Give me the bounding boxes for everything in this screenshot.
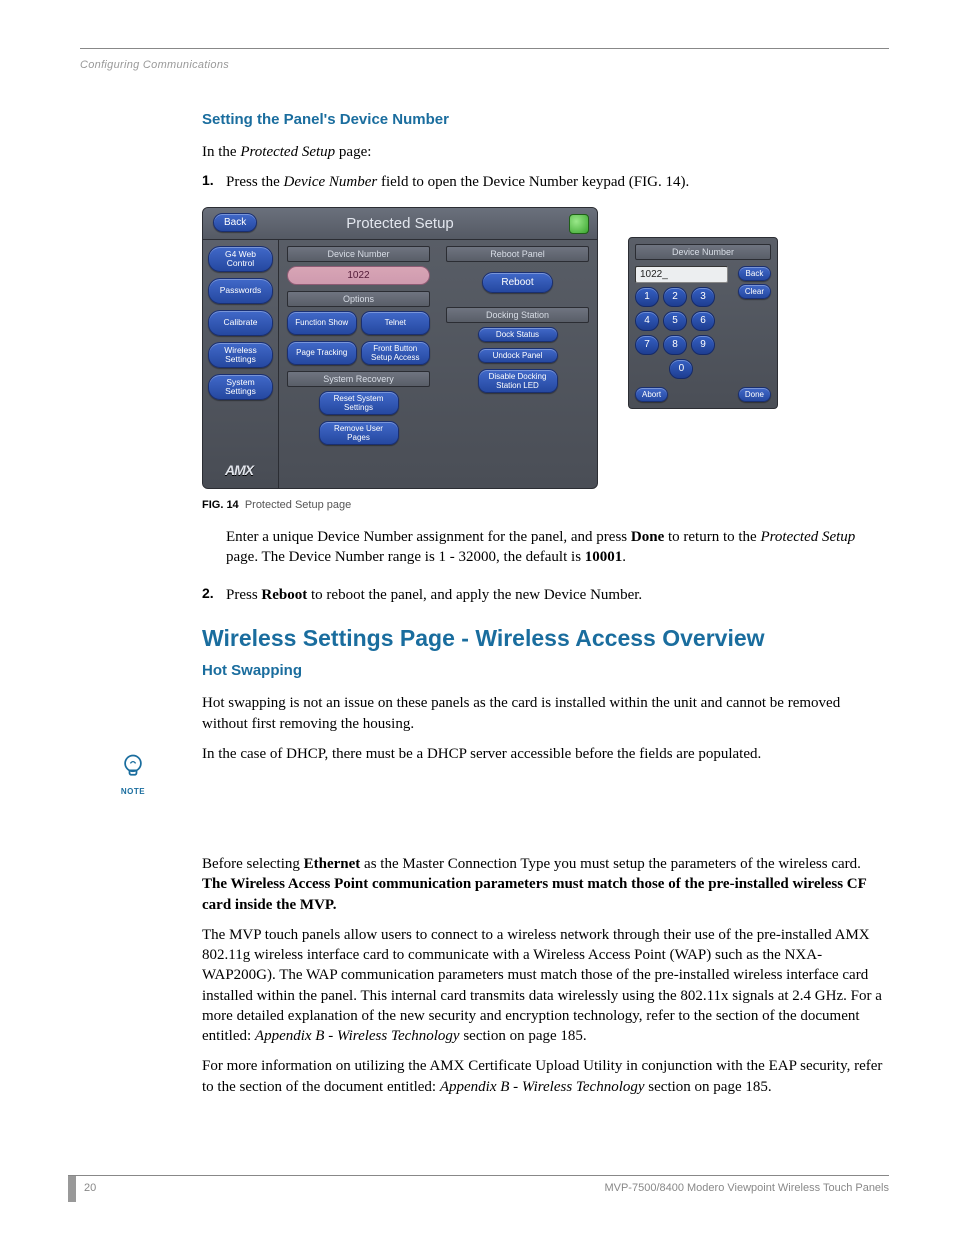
heading-wireless-settings: Wireless Settings Page - Wireless Access… — [202, 625, 889, 652]
page-number: 20 — [84, 1182, 96, 1202]
step-1-continued: Enter a unique Device Number assignment … — [202, 527, 889, 578]
running-head: Configuring Communications — [80, 49, 889, 71]
keypad-keys: 1 2 3 4 5 6 7 8 9 — [635, 287, 728, 355]
step-1-body: Press the Device Number field to open th… — [226, 172, 689, 192]
key-7[interactable]: 7 — [635, 335, 659, 355]
step-1: 1. Press the Device Number field to open… — [202, 172, 889, 192]
undock-panel-button[interactable]: Undock Panel — [478, 348, 558, 363]
note-icon: NOTE — [115, 752, 151, 796]
wireless-p3: Before selecting Ethernet as the Master … — [202, 854, 889, 915]
figure-14: Back Protected Setup G4 Web Control Pass… — [202, 207, 889, 489]
keypad-title: Device Number — [635, 244, 771, 260]
heading-device-number: Setting the Panel's Device Number — [202, 111, 889, 128]
step-2: 2. Press Reboot to reboot the panel, and… — [202, 585, 889, 605]
option-front-button[interactable]: Front Button Setup Access — [361, 341, 431, 365]
lightbulb-icon — [119, 752, 147, 780]
intro-line: In the Protected Setup page: — [202, 142, 889, 162]
device-number-keypad: Device Number 1022_ 1 2 3 4 5 6 — [628, 237, 778, 409]
option-page-tracking[interactable]: Page Tracking — [287, 341, 357, 365]
device-number-field[interactable]: 1022 — [287, 266, 430, 285]
key-0[interactable]: 0 — [669, 359, 693, 379]
option-function-show[interactable]: Function Show — [287, 311, 357, 335]
back-button[interactable]: Back — [213, 213, 257, 232]
keypad-clear-button[interactable]: Clear — [738, 284, 771, 299]
footer-title: MVP-7500/8400 Modero Viewpoint Wireless … — [604, 1182, 889, 1194]
note-label: NOTE — [115, 787, 151, 796]
reboot-panel-header: Reboot Panel — [446, 246, 589, 262]
footer-bar-icon — [68, 1176, 76, 1202]
remove-pages-button[interactable]: Remove User Pages — [319, 421, 399, 445]
key-6[interactable]: 6 — [691, 311, 715, 331]
keypad-back-button[interactable]: Back — [738, 266, 771, 281]
dock-status-button[interactable]: Dock Status — [478, 327, 558, 342]
system-recovery-header: System Recovery — [287, 371, 430, 387]
wireless-p5: For more information on utilizing the AM… — [202, 1056, 889, 1097]
reset-system-button[interactable]: Reset System Settings — [319, 391, 399, 415]
keypad-value-field[interactable]: 1022_ — [635, 266, 728, 283]
sidebar-item-wireless[interactable]: Wireless Settings — [208, 342, 273, 368]
options-header: Options — [287, 291, 430, 307]
device-number-header: Device Number — [287, 246, 430, 262]
key-8[interactable]: 8 — [663, 335, 687, 355]
sidebar-item-g4web[interactable]: G4 Web Control — [208, 246, 273, 272]
key-9[interactable]: 9 — [691, 335, 715, 355]
wireless-p4: The MVP touch panels allow users to conn… — [202, 925, 889, 1047]
key-2[interactable]: 2 — [663, 287, 687, 307]
key-1[interactable]: 1 — [635, 287, 659, 307]
sidebar-item-system[interactable]: System Settings — [208, 374, 273, 400]
amx-logo: AMX — [225, 462, 253, 478]
keypad-done-button[interactable]: Done — [738, 387, 771, 402]
step-num-1: 1. — [202, 172, 226, 192]
page-footer: 20 MVP-7500/8400 Modero Viewpoint Wirele… — [68, 1175, 889, 1205]
hotswap-p1: Hot swapping is not an issue on these pa… — [202, 693, 889, 734]
ps-title: Protected Setup — [346, 215, 454, 232]
hotswap-p2: In the case of DHCP, there must be a DHC… — [202, 744, 889, 764]
docking-station-header: Docking Station — [446, 307, 589, 323]
disable-dock-led-button[interactable]: Disable Docking Station LED — [478, 369, 558, 393]
status-dot-icon — [569, 214, 589, 234]
ps-titlebar: Back Protected Setup — [203, 208, 597, 240]
protected-setup-screenshot: Back Protected Setup G4 Web Control Pass… — [202, 207, 598, 489]
sidebar-item-calibrate[interactable]: Calibrate — [208, 310, 273, 336]
figure-caption: FIG. 14 Protected Setup page — [202, 499, 889, 511]
option-telnet[interactable]: Telnet — [361, 311, 431, 335]
ps-sidebar: G4 Web Control Passwords Calibrate Wirel… — [203, 240, 279, 488]
heading-hot-swapping: Hot Swapping — [202, 662, 889, 679]
key-5[interactable]: 5 — [663, 311, 687, 331]
sidebar-item-passwords[interactable]: Passwords — [208, 278, 273, 304]
keypad-abort-button[interactable]: Abort — [635, 387, 668, 402]
key-4[interactable]: 4 — [635, 311, 659, 331]
step-num-2: 2. — [202, 585, 226, 605]
key-3[interactable]: 3 — [691, 287, 715, 307]
reboot-button[interactable]: Reboot — [482, 272, 552, 293]
